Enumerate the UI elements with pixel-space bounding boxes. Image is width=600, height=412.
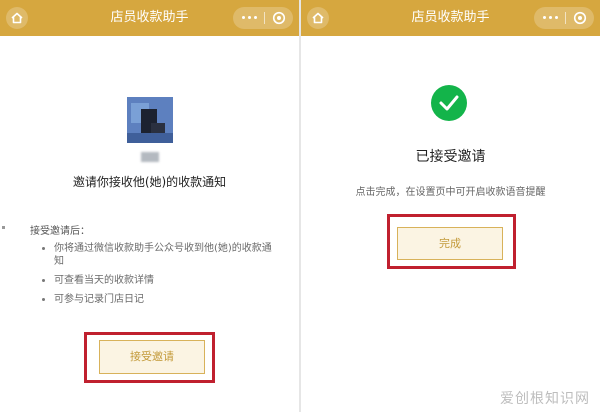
menu-capsule <box>233 7 293 29</box>
accepted-screen: 店员收款助手 已接受邀请 点击完成，在设置页中可开启收款语音提醒 完成 爱创根知… <box>301 0 600 412</box>
success-badge <box>431 85 467 121</box>
capsule-divider <box>565 12 566 24</box>
hint-text: 点击完成，在设置页中可开启收款语音提醒 <box>355 187 546 198</box>
invite-screen: 店员收款助手 邀请你接收他(她)的收款通知 接受邀请后： 你将通过微信收款助手公… <box>0 0 299 412</box>
close-target-icon[interactable] <box>573 11 587 25</box>
accept-invite-button[interactable]: 接受邀请 <box>99 340 205 374</box>
more-dots-icon[interactable] <box>242 14 262 22</box>
watermark: 爱创根知识网 <box>500 391 590 407</box>
edge-mark <box>2 226 5 229</box>
blurred-username <box>141 152 159 162</box>
accepted-title: 已接受邀请 <box>415 149 486 165</box>
title-bar: 店员收款助手 <box>301 0 600 36</box>
done-button[interactable]: 完成 <box>397 227 503 260</box>
invite-heading: 邀请你接收他(她)的收款通知 <box>72 175 227 189</box>
menu-capsule <box>534 7 594 29</box>
title-bar: 店员收款助手 <box>0 0 299 36</box>
list-item: 可参与记录门店日记 <box>42 293 272 306</box>
more-dots-icon[interactable] <box>543 14 563 22</box>
list-item: 可查看当天的收款详情 <box>42 274 272 287</box>
check-icon <box>439 95 459 111</box>
list-item: 你将通过微信收款助手公众号收到他(她)的收款通知 <box>42 242 272 268</box>
close-target-icon[interactable] <box>272 11 286 25</box>
benefit-list: 你将通过微信收款助手公众号收到他(她)的收款通知 可查看当天的收款详情 可参与记… <box>42 242 272 312</box>
capsule-divider <box>264 12 265 24</box>
avatar <box>127 97 173 143</box>
after-accept-label: 接受邀请后： <box>30 226 90 237</box>
